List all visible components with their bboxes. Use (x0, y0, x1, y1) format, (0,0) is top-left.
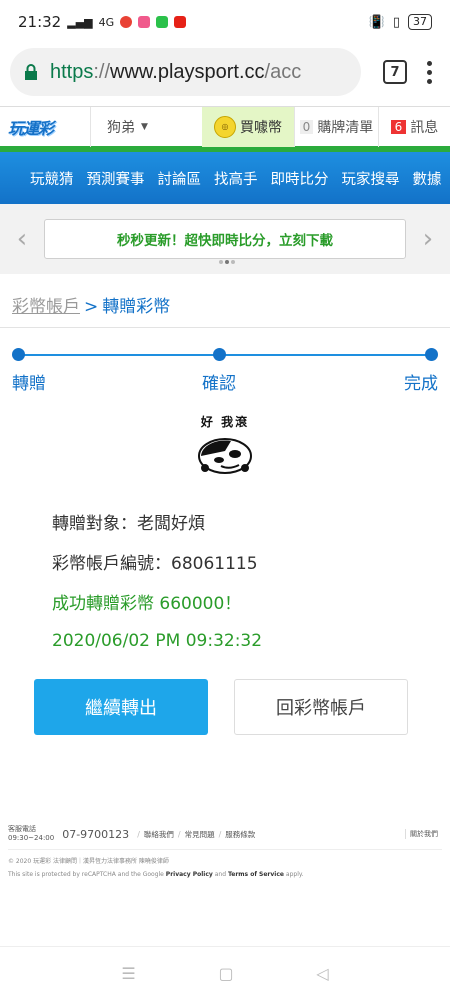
service-label: 客服電話 09:30~24:00 (8, 825, 55, 842)
promo-carousel: ‹ 秒秒更新！超快即時比分，立刻下載 › (0, 204, 450, 274)
caret-down-icon: ▼ (141, 121, 148, 132)
footer-link-terms[interactable]: 服務條款 (225, 829, 255, 840)
tab-switcher-button[interactable]: 7 (383, 60, 407, 84)
coin-icon: ◎ (214, 115, 236, 138)
vibrate-icon: 📳 (368, 14, 385, 30)
carousel-dots (219, 260, 235, 264)
battery-icon: 37 (408, 14, 432, 30)
system-nav-bar: ☰ ▢ ◁ (0, 946, 450, 1000)
home-icon[interactable]: ▢ (218, 964, 233, 983)
lock-icon (25, 64, 37, 80)
nav-item-live-score[interactable]: 即時比分 (271, 168, 329, 189)
back-to-account-button[interactable]: 回彩幣帳戶 (234, 679, 408, 735)
sticker-image: 好 我滾 (193, 413, 257, 483)
network-type: 4G (98, 15, 115, 29)
messages-button[interactable]: 6 訊息 (378, 106, 450, 147)
buy-coin-label: 買噱幣 (240, 119, 282, 136)
success-message: 成功轉贈彩幣 660000！ (52, 593, 242, 614)
promo-banner[interactable]: 秒秒更新！超快即時比分，立刻下載 (44, 219, 406, 259)
divider (0, 327, 450, 328)
url-text: https://www.playsport.cc/acc (50, 60, 302, 83)
message-count-badge: 6 (390, 119, 407, 134)
footer-link-about[interactable]: 關於我們 (405, 829, 438, 839)
footer-link-contact[interactable]: 聯絡我們 (144, 829, 174, 840)
nav-item-experts[interactable]: 找高手 (214, 168, 258, 189)
app-icon (138, 16, 151, 28)
footer-link-faq[interactable]: 常見問題 (185, 829, 215, 840)
breadcrumb: 彩幣帳戶 > 轉贈彩幣 (0, 274, 450, 317)
cart-label: 購牌清單 (317, 119, 374, 136)
continue-transfer-button[interactable]: 繼續轉出 (34, 679, 208, 735)
overflow-menu-icon[interactable] (427, 60, 432, 84)
step-confirm: 確認 (202, 348, 236, 394)
messages-label: 訊息 (410, 119, 439, 136)
footer: 客服電話 09:30~24:00 07-9700123 / 聯絡我們 / 常見問… (0, 825, 450, 878)
breadcrumb-separator: > (84, 297, 99, 317)
cart-count-badge: 0 (299, 119, 314, 134)
status-time: 21:32 (18, 13, 62, 31)
site-logo[interactable]: 玩運彩 (0, 107, 90, 147)
transfer-result: 轉贈對象：老闆好煩 彩幣帳戶編號：68061115 成功轉贈彩幣 660000！… (0, 483, 450, 661)
terms-of-service-link[interactable]: Terms of Service (228, 871, 284, 878)
chevron-right-icon[interactable]: › (416, 224, 440, 254)
site-header: 玩運彩 狗弟 ▼ ◎ 買噱幣 0 購牌清單 6 訊息 (0, 106, 450, 147)
youtube-icon (174, 16, 187, 28)
step-done: 完成 (404, 348, 438, 394)
recipient-text: 轉贈對象：老闆好煩 (52, 513, 205, 534)
privacy-policy-link[interactable]: Privacy Policy (166, 871, 213, 878)
nav-item-player-search[interactable]: 玩家搜尋 (342, 168, 400, 189)
cart-button[interactable]: 0 購牌清單 (294, 106, 378, 147)
account-number-text: 彩幣帳戶編號：68061115 (52, 553, 258, 574)
transfer-timestamp: 2020/06/02 PM 09:32:32 (52, 631, 263, 651)
browser-toolbar: https://www.playsport.cc/acc 7 (0, 44, 450, 100)
footer-copyright: © 2020 玩運彩 法律顧問｜漢昇恆力法律事務所 陳曉俊律師 (8, 858, 169, 865)
nav-item-predict[interactable]: 預測賽事 (87, 168, 145, 189)
status-bar: 21:32 ▂▄▆ 4G 📳 ▯ 37 (0, 0, 450, 44)
nav-item-data[interactable]: 數據 (413, 168, 442, 189)
action-buttons: 繼續轉出 回彩幣帳戶 (0, 661, 450, 735)
nav-item-guess[interactable]: 玩競猜 (30, 168, 74, 189)
recaptcha-notice: This site is protected by reCAPTCHA and … (8, 871, 304, 878)
panda-sticker-icon (198, 438, 252, 474)
nav-item-forum[interactable]: 討論區 (158, 168, 202, 189)
user-menu[interactable]: 狗弟 ▼ (90, 106, 202, 147)
progress-steps: 轉贈 確認 完成 (12, 348, 438, 398)
menu-icon[interactable]: ☰ (121, 964, 135, 983)
sticker-text: 好 我滾 (200, 415, 250, 429)
signal-icon: ▂▄▆ (67, 15, 93, 29)
user-name: 狗弟 (107, 119, 135, 136)
breadcrumb-coin-account-link[interactable]: 彩幣帳戶 (12, 297, 80, 317)
url-bar[interactable]: https://www.playsport.cc/acc (10, 48, 361, 96)
back-icon[interactable]: ◁ (316, 964, 328, 983)
service-phone[interactable]: 07-9700123 (62, 828, 129, 841)
chevron-left-icon[interactable]: ‹ (10, 224, 34, 254)
step-transfer: 轉贈 (12, 348, 46, 394)
rotate-icon: ▯ (392, 14, 400, 30)
line-icon (156, 16, 169, 28)
breadcrumb-current: 轉贈彩幣 (102, 297, 171, 317)
buy-coin-button[interactable]: ◎ 買噱幣 (202, 106, 294, 147)
main-nav: 玩競猜 預測賽事 討論區 找高手 即時比分 玩家搜尋 數據 (0, 152, 450, 204)
chrome-icon (120, 16, 133, 28)
